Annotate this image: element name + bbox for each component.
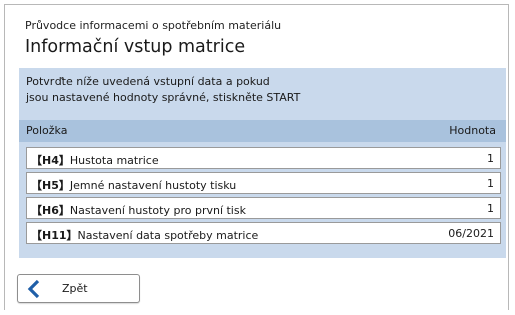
row-name: Jemné nastavení hustoty tisku xyxy=(69,179,237,192)
table-row-h4[interactable]: 【H4】Hustota matrice 1 xyxy=(26,147,501,169)
table-header: Položka Hodnota xyxy=(19,120,506,142)
page-title: Informační vstup matrice xyxy=(25,37,246,57)
column-header-value: Hodnota xyxy=(449,124,496,137)
row-label: 【H11】Nastavení data spotřeby matrice xyxy=(31,227,258,243)
column-header-item: Položka xyxy=(26,124,68,137)
row-value: 06/2021 xyxy=(448,227,494,240)
row-name: Nastavení hustoty pro první tisk xyxy=(69,204,246,217)
row-name: Hustota matrice xyxy=(69,154,159,167)
row-code: 【H11】 xyxy=(31,229,78,242)
screen-frame: Průvodce informacemi o spotřebním materi… xyxy=(4,4,509,310)
row-name: Nastavení data spotřeby matrice xyxy=(77,229,259,242)
row-value: 1 xyxy=(487,152,494,165)
instruction-text: Potvrďte níže uvedená vstupní data a pok… xyxy=(26,74,300,106)
table-row-h11[interactable]: 【H11】Nastavení data spotřeby matrice 06/… xyxy=(26,222,501,244)
row-value: 1 xyxy=(487,202,494,215)
row-label: 【H4】Hustota matrice xyxy=(31,152,159,168)
row-code: 【H6】 xyxy=(31,204,70,217)
back-button-label: Zpět xyxy=(62,282,88,295)
instruction-line-2: jsou nastavené hodnoty správné, stisknět… xyxy=(26,91,301,104)
row-code: 【H4】 xyxy=(31,154,70,167)
back-button[interactable]: Zpět xyxy=(17,274,140,303)
instruction-line-1: Potvrďte níže uvedená vstupní data a pok… xyxy=(26,75,270,88)
footer: Zpět xyxy=(5,258,508,310)
row-value: 1 xyxy=(487,177,494,190)
chevron-left-icon xyxy=(27,279,40,299)
row-code: 【H5】 xyxy=(31,179,70,192)
info-panel: Potvrďte níže uvedená vstupní data a pok… xyxy=(19,68,506,258)
row-label: 【H5】Jemné nastavení hustoty tisku xyxy=(31,177,236,193)
page-subtitle: Průvodce informacemi o spotřebním materi… xyxy=(25,19,282,32)
row-label: 【H6】Nastavení hustoty pro první tisk xyxy=(31,202,246,218)
table-row-h6[interactable]: 【H6】Nastavení hustoty pro první tisk 1 xyxy=(26,197,501,219)
header: Průvodce informacemi o spotřebním materi… xyxy=(5,5,508,63)
table-row-h5[interactable]: 【H5】Jemné nastavení hustoty tisku 1 xyxy=(26,172,501,194)
